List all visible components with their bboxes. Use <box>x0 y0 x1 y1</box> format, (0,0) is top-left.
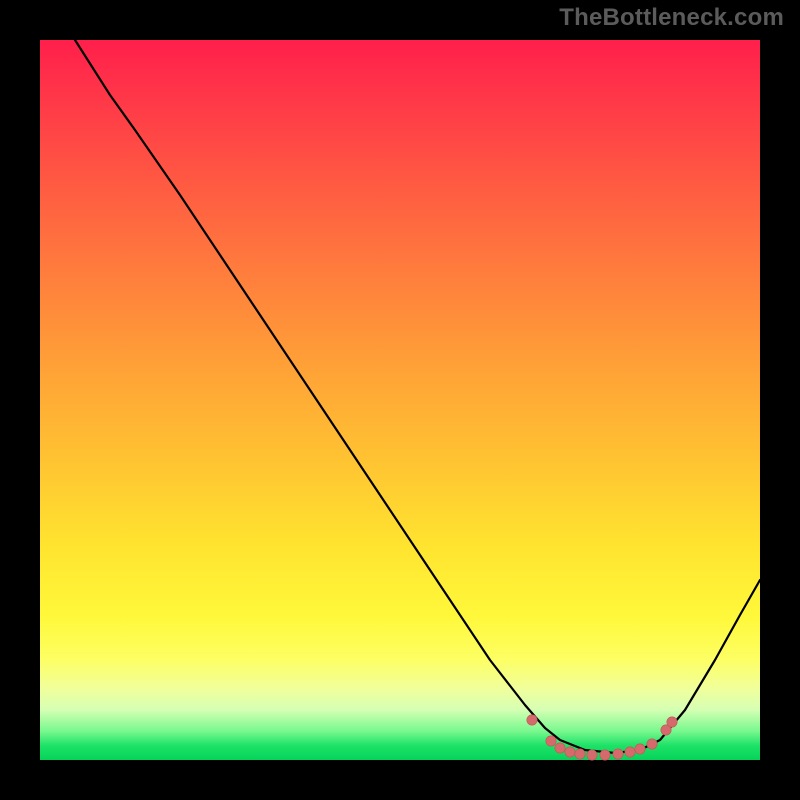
curve-marker <box>625 747 635 757</box>
curve-marker <box>635 744 645 754</box>
curve-marker <box>565 747 575 757</box>
attribution-text: TheBottleneck.com <box>559 4 784 32</box>
curve-marker <box>546 736 556 746</box>
curve-marker <box>600 750 610 760</box>
curve-marker <box>667 717 677 727</box>
curve-marker <box>647 739 657 749</box>
curve-marker <box>555 743 565 753</box>
bottleneck-curve <box>75 40 760 753</box>
curve-marker <box>613 749 623 759</box>
curve-markers <box>527 715 677 760</box>
chart-frame: TheBottleneck.com <box>0 0 800 800</box>
curve-svg <box>40 40 760 760</box>
curve-marker <box>527 715 537 725</box>
plot-area <box>40 40 760 760</box>
curve-marker <box>587 750 597 760</box>
curve-marker <box>575 749 585 759</box>
